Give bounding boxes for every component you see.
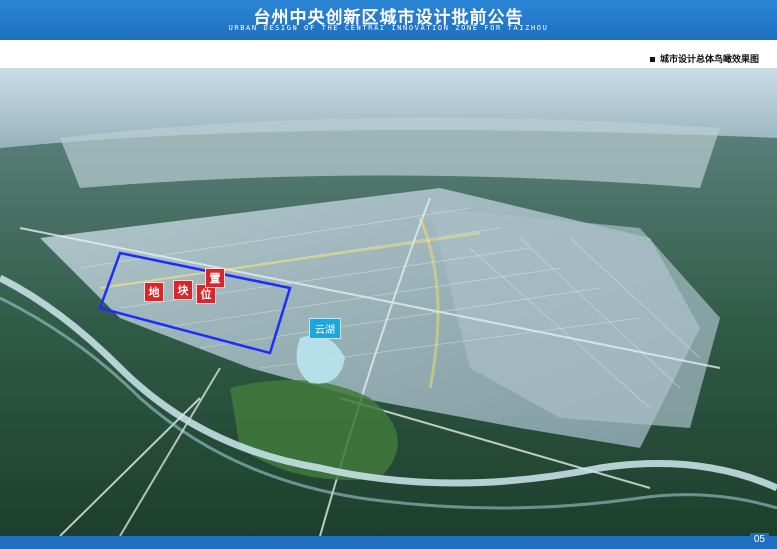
aerial-render-illustration <box>0 68 777 536</box>
lake-label-yunhu: 云湖 <box>309 318 341 339</box>
figure-caption: 城市设计总体鸟瞰效果图 <box>649 52 759 65</box>
caption-bullet-icon <box>649 57 655 62</box>
site-label-4: 置 <box>205 268 225 288</box>
footer-bar <box>0 536 777 549</box>
site-label-2: 块 <box>173 280 193 300</box>
aerial-render: 地 块 位 置 云湖 <box>0 68 777 536</box>
page-number: 05 <box>749 533 769 546</box>
site-label-1: 地 <box>144 282 164 302</box>
figure-caption-text: 城市设计总体鸟瞰效果图 <box>659 55 759 65</box>
page-subtitle: URBAN DESIGN OF THE CENTRAI INNOVATION Z… <box>228 24 549 32</box>
header-bar: 台州中央创新区城市设计批前公告 URBAN DESIGN OF THE CENT… <box>0 0 777 40</box>
